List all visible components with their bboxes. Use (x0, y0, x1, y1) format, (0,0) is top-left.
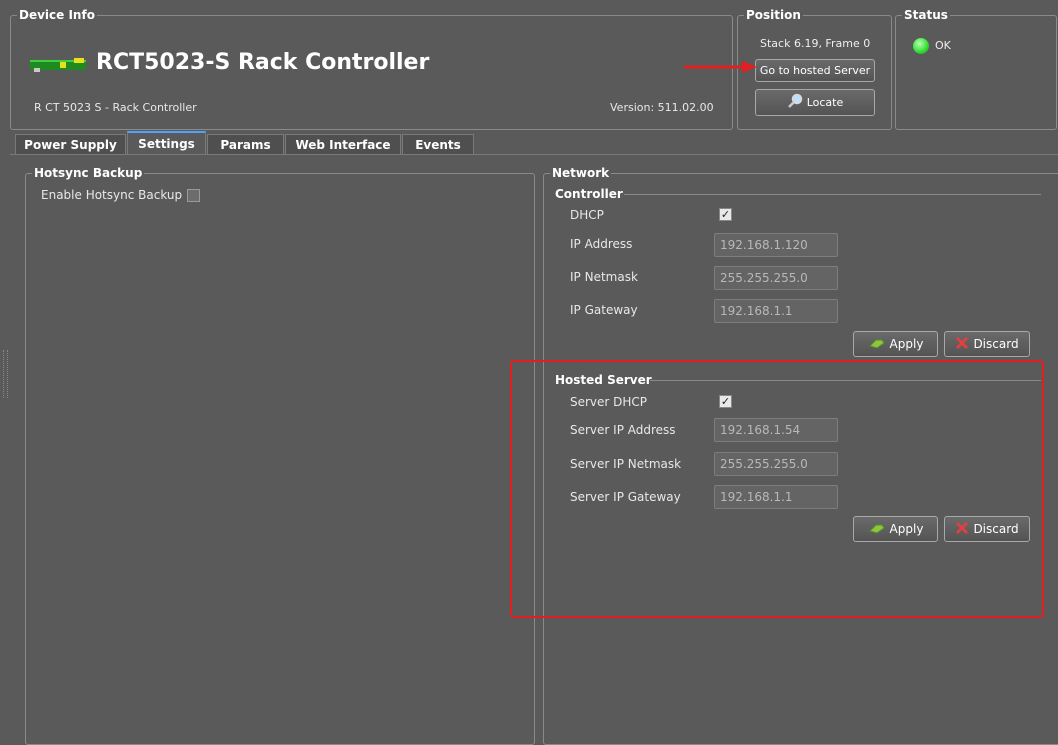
tab-web-interface-label: Web Interface (295, 137, 391, 152)
annotation-arrow (682, 60, 758, 74)
go-to-hosted-server-label: Go to hosted Server (759, 64, 871, 77)
dhcp-label: DHCP (570, 208, 604, 222)
network-legend: Network (550, 166, 612, 180)
tab-events-label: Events (415, 137, 461, 152)
tab-events[interactable]: Events (402, 134, 474, 154)
device-subtitle: R CT 5023 S - Rack Controller (34, 101, 197, 114)
magnifier-icon (787, 93, 803, 112)
ip-gateway-field[interactable]: 192.168.1.1 (714, 299, 838, 323)
controller-apply-label: Apply (889, 337, 924, 351)
discard-icon (955, 336, 969, 353)
hotsync-backup-legend: Hotsync Backup (32, 166, 145, 180)
stack-frame-text: Stack 6.19, Frame 0 (760, 37, 871, 50)
status-text: OK (935, 39, 951, 52)
position-legend: Position (744, 8, 803, 22)
controller-discard-label: Discard (973, 337, 1019, 351)
annotation-highlight-box (510, 360, 1044, 618)
controller-discard-button[interactable]: Discard (944, 331, 1030, 357)
status-led-icon (913, 38, 929, 54)
locate-button[interactable]: Locate (755, 89, 875, 116)
tab-params-label: Params (220, 137, 271, 152)
ip-address-field[interactable]: 192.168.1.120 (714, 233, 838, 257)
controller-title: Controller (555, 187, 623, 201)
tab-web-interface[interactable]: Web Interface (285, 134, 401, 154)
ip-address-label: IP Address (570, 237, 633, 251)
ip-netmask-field[interactable]: 255.255.255.0 (714, 266, 838, 290)
tab-params[interactable]: Params (207, 134, 284, 154)
hotsync-backup-panel: Hotsync Backup (25, 166, 535, 745)
status-panel: Status (895, 8, 1057, 130)
tab-power-supply-label: Power Supply (24, 137, 117, 152)
status-legend: Status (902, 8, 950, 22)
tab-bar-line (10, 154, 1058, 155)
enable-hotsync-checkbox[interactable] (187, 189, 200, 202)
go-to-hosted-server-button[interactable]: Go to hosted Server (755, 59, 875, 82)
device-version: Version: 511.02.00 (610, 101, 714, 114)
dhcp-checkbox[interactable]: ✓ (719, 208, 732, 221)
device-board-icon (30, 58, 88, 72)
tab-power-supply[interactable]: Power Supply (15, 134, 126, 154)
controller-divider (624, 194, 1041, 195)
ip-netmask-label: IP Netmask (570, 270, 638, 284)
tab-settings-label: Settings (138, 136, 195, 151)
tab-settings[interactable]: Settings (127, 131, 206, 154)
apply-icon (868, 336, 886, 353)
enable-hotsync-label: Enable Hotsync Backup (41, 188, 183, 202)
ip-gateway-label: IP Gateway (570, 303, 638, 317)
device-info-legend: Device Info (17, 8, 97, 22)
device-title: RCT5023-S Rack Controller (96, 50, 430, 75)
splitter-handle[interactable] (3, 350, 8, 398)
locate-label: Locate (806, 96, 844, 109)
controller-apply-button[interactable]: Apply (853, 331, 938, 357)
